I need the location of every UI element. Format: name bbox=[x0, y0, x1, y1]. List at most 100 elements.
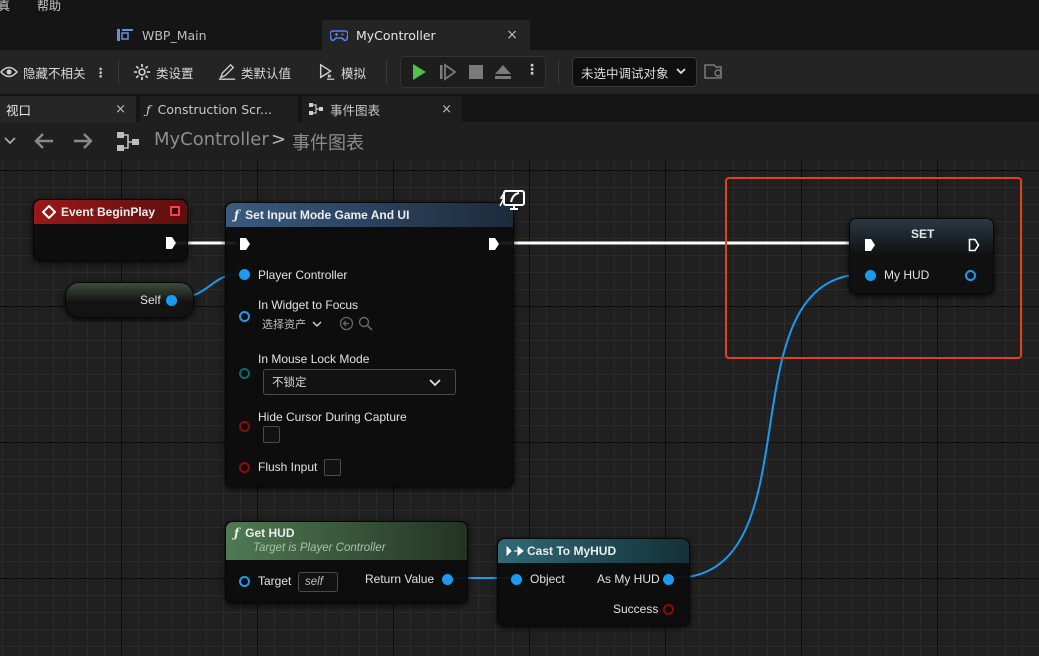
class-settings-button[interactable]: 类设置 bbox=[133, 59, 194, 85]
close-tab-icon[interactable]: × bbox=[441, 102, 452, 117]
tab-viewport[interactable]: 视口 × bbox=[0, 96, 136, 122]
breadcrumb-root[interactable]: MyController bbox=[154, 129, 269, 150]
eye-icon bbox=[0, 63, 18, 81]
mouse-lock-mode-pin-icon[interactable] bbox=[239, 368, 250, 379]
hide-cursor-label: Hide Cursor During Capture bbox=[258, 410, 407, 424]
player-controller-label: Player Controller bbox=[258, 268, 348, 282]
gear-icon bbox=[133, 63, 151, 81]
tab-mycontroller[interactable]: MyController × bbox=[322, 20, 530, 50]
self-node[interactable]: Self bbox=[65, 282, 194, 318]
hide-unrelated-label: 隐藏不相关 bbox=[23, 65, 86, 81]
node-header: Cast To MyHUD bbox=[498, 539, 689, 563]
more-options-icon[interactable]: ⋮ bbox=[95, 65, 108, 80]
object-label: Object bbox=[530, 572, 565, 586]
simulate-icon bbox=[318, 63, 336, 81]
hide-cursor-checkbox[interactable] bbox=[263, 426, 280, 443]
exec-in-pin-icon[interactable] bbox=[239, 237, 251, 251]
hide-cursor-pin-icon[interactable] bbox=[239, 421, 250, 432]
self-out-pin-icon[interactable] bbox=[166, 295, 177, 306]
exec-out-pin-icon[interactable] bbox=[488, 237, 500, 251]
gamepad-icon bbox=[329, 28, 349, 42]
as-my-hud-pin-icon[interactable] bbox=[663, 574, 674, 585]
success-label: Success bbox=[613, 602, 659, 616]
close-tab-icon[interactable]: × bbox=[115, 102, 126, 117]
mouse-lock-mode-value: 不锁定 bbox=[272, 377, 307, 389]
asset-picker-value: 选择资产 bbox=[262, 318, 306, 331]
debug-filter-icon[interactable] bbox=[704, 62, 724, 83]
play-icon[interactable] bbox=[410, 63, 428, 81]
chevron-down-icon bbox=[312, 321, 322, 328]
my-hud-in-pin-icon[interactable] bbox=[865, 270, 876, 281]
breadcrumb-current: 事件图表 bbox=[292, 133, 364, 154]
set-input-mode-node[interactable]: ƒ Set Input Mode Game And UI Player Cont… bbox=[225, 202, 514, 487]
as-my-hud-label: As My HUD bbox=[597, 572, 660, 586]
tab-label: MyController bbox=[356, 27, 436, 43]
exec-out-pin-icon[interactable] bbox=[968, 238, 980, 252]
node-title: Cast To MyHUD bbox=[527, 544, 617, 558]
graph-icon bbox=[308, 102, 324, 116]
function-icon: ƒ bbox=[234, 526, 240, 540]
cast-to-myhud-node[interactable]: Cast To MyHUD Object As My HUD Success bbox=[497, 538, 690, 626]
delegate-pin-icon[interactable] bbox=[170, 206, 180, 216]
toolbar-divider bbox=[386, 60, 387, 84]
return-value-pin-icon[interactable] bbox=[442, 574, 453, 585]
event-beginplay-node[interactable]: Event BeginPlay bbox=[33, 199, 188, 261]
exec-in-pin-icon[interactable] bbox=[864, 238, 876, 252]
menu-item-tools[interactable]: 真 bbox=[0, 0, 10, 14]
flush-input-checkbox[interactable] bbox=[324, 459, 341, 476]
chevron-down-icon[interactable] bbox=[4, 136, 16, 146]
target-default-value: self bbox=[305, 576, 323, 588]
success-pin-icon[interactable] bbox=[663, 604, 674, 615]
widget-to-focus-pin-icon[interactable] bbox=[239, 311, 250, 322]
back-arrow-icon[interactable] bbox=[33, 132, 55, 150]
cast-icon bbox=[506, 546, 524, 556]
mouse-lock-mode-select[interactable]: 不锁定 bbox=[263, 369, 456, 395]
node-header: Event BeginPlay bbox=[34, 200, 187, 224]
browse-asset-icon[interactable] bbox=[358, 316, 373, 331]
node-title: SET bbox=[911, 227, 935, 241]
pencil-icon bbox=[218, 63, 236, 81]
forward-arrow-icon[interactable] bbox=[72, 132, 94, 150]
graph-icon bbox=[117, 132, 139, 151]
debug-object-select[interactable]: 未选中调试对象 bbox=[572, 57, 697, 87]
play-controls: ⋮ bbox=[400, 56, 546, 88]
flush-input-pin-icon[interactable] bbox=[239, 462, 250, 473]
step-icon[interactable] bbox=[439, 63, 457, 81]
stop-icon[interactable] bbox=[467, 63, 485, 81]
class-defaults-button[interactable]: 类默认值 bbox=[218, 59, 291, 85]
player-controller-pin-icon[interactable] bbox=[239, 269, 250, 280]
target-default-field[interactable]: self bbox=[298, 572, 338, 592]
my-hud-label: My HUD bbox=[884, 268, 930, 282]
simulate-button[interactable]: 模拟 bbox=[318, 59, 366, 85]
menu-item-help[interactable]: 帮助 bbox=[37, 0, 61, 14]
asset-picker[interactable]: 选择资产 bbox=[262, 315, 336, 333]
function-icon: ƒ bbox=[146, 101, 151, 117]
tab-construction-script[interactable]: ƒ Construction Scr... bbox=[140, 96, 298, 122]
node-title: Get HUD bbox=[245, 526, 295, 540]
tab-wbp-main[interactable]: WBP_Main bbox=[108, 20, 320, 50]
class-settings-label: 类设置 bbox=[156, 65, 194, 81]
node-header: ƒ Get HUD Target is Player Controller bbox=[226, 522, 467, 560]
chevron-down-icon bbox=[676, 68, 686, 75]
eject-icon[interactable] bbox=[494, 63, 512, 81]
target-label: Target bbox=[258, 574, 292, 588]
set-my-hud-node[interactable]: SET My HUD bbox=[849, 218, 994, 294]
document-tabs: WBP_Main MyController × bbox=[0, 14, 1039, 50]
object-pin-icon[interactable] bbox=[511, 574, 522, 585]
close-tab-icon[interactable]: × bbox=[506, 27, 518, 43]
event-graph-canvas[interactable]: Event BeginPlay Self ƒ Set Input Mode Ga… bbox=[0, 160, 1039, 656]
tab-label: 视口 bbox=[6, 102, 32, 118]
client-only-icon bbox=[499, 189, 525, 210]
use-selected-asset-icon[interactable] bbox=[339, 316, 354, 331]
simulate-label: 模拟 bbox=[341, 65, 367, 81]
node-header: ƒ Set Input Mode Game And UI bbox=[226, 203, 513, 227]
node-title: Event BeginPlay bbox=[61, 205, 156, 219]
hide-unrelated-button[interactable]: 隐藏不相关 ⋮ bbox=[0, 59, 107, 85]
get-hud-node[interactable]: ƒ Get HUD Target is Player Controller Ta… bbox=[225, 521, 468, 603]
my-hud-out-pin-icon[interactable] bbox=[965, 270, 976, 281]
tab-event-graph[interactable]: 事件图表 × bbox=[302, 96, 462, 122]
function-icon: ƒ bbox=[234, 208, 240, 222]
play-options-icon[interactable]: ⋮ bbox=[525, 62, 539, 78]
target-pin-icon[interactable] bbox=[239, 576, 250, 587]
exec-out-pin-icon[interactable] bbox=[165, 236, 177, 250]
